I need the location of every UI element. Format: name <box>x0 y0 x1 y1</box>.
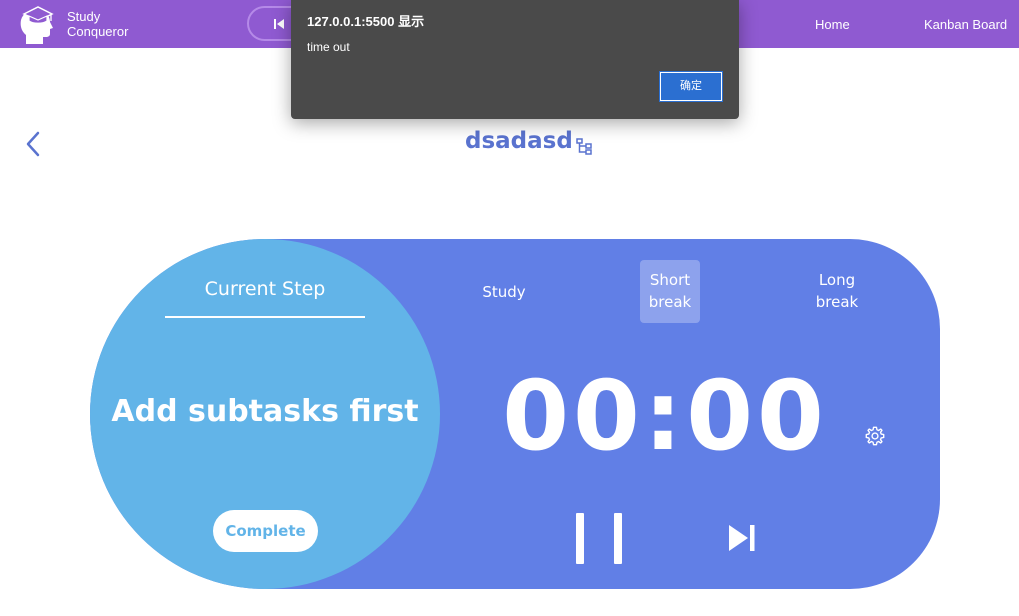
step-label-underline <box>165 316 365 318</box>
pause-bar-right <box>614 513 622 564</box>
alert-title: 127.0.0.1:5500 显示 <box>307 14 425 29</box>
nav-link-home[interactable]: Home <box>815 17 850 32</box>
brand-name-line1: Study <box>67 9 101 24</box>
mode-tab-long-break[interactable]: Long break <box>805 269 869 313</box>
head-graduation-cap-icon <box>20 6 54 44</box>
alert-ok-button[interactable]: 确定 <box>659 71 723 102</box>
mode-tab-long-break-line2: break <box>815 293 859 311</box>
brand-name-line2: Conqueror <box>67 24 129 39</box>
alert-dialog: 127.0.0.1:5500 显示 time out 确定 <box>291 0 739 119</box>
mode-tab-short-break[interactable]: Short break <box>640 260 700 323</box>
mode-tab-short-break-line2: break <box>648 293 692 311</box>
mode-tab-study[interactable]: Study <box>470 281 538 303</box>
current-step-label: Current Step <box>204 278 326 300</box>
skip-previous-icon[interactable] <box>273 18 285 30</box>
task-title: dsadasd <box>465 128 573 154</box>
mode-tab-long-break-line1: Long <box>818 271 856 289</box>
nav-link-kanban-board[interactable]: Kanban Board <box>924 17 1007 32</box>
gear-icon[interactable] <box>864 425 886 447</box>
pause-button[interactable] <box>574 513 622 564</box>
current-step-text: Add subtasks first <box>111 394 419 429</box>
skip-next-icon[interactable] <box>728 524 756 552</box>
chevron-left-icon[interactable] <box>24 130 42 158</box>
mode-tab-short-break-line1: Short <box>649 271 691 289</box>
brand[interactable]: Study Conqueror <box>18 4 128 44</box>
timer-display: 00:00 <box>502 360 828 472</box>
brand-name: Study Conqueror <box>67 9 128 39</box>
hierarchy-tree-icon[interactable] <box>576 138 593 155</box>
complete-button[interactable]: Complete <box>213 510 318 552</box>
alert-message: time out <box>307 40 350 54</box>
pause-bar-left <box>576 513 584 564</box>
